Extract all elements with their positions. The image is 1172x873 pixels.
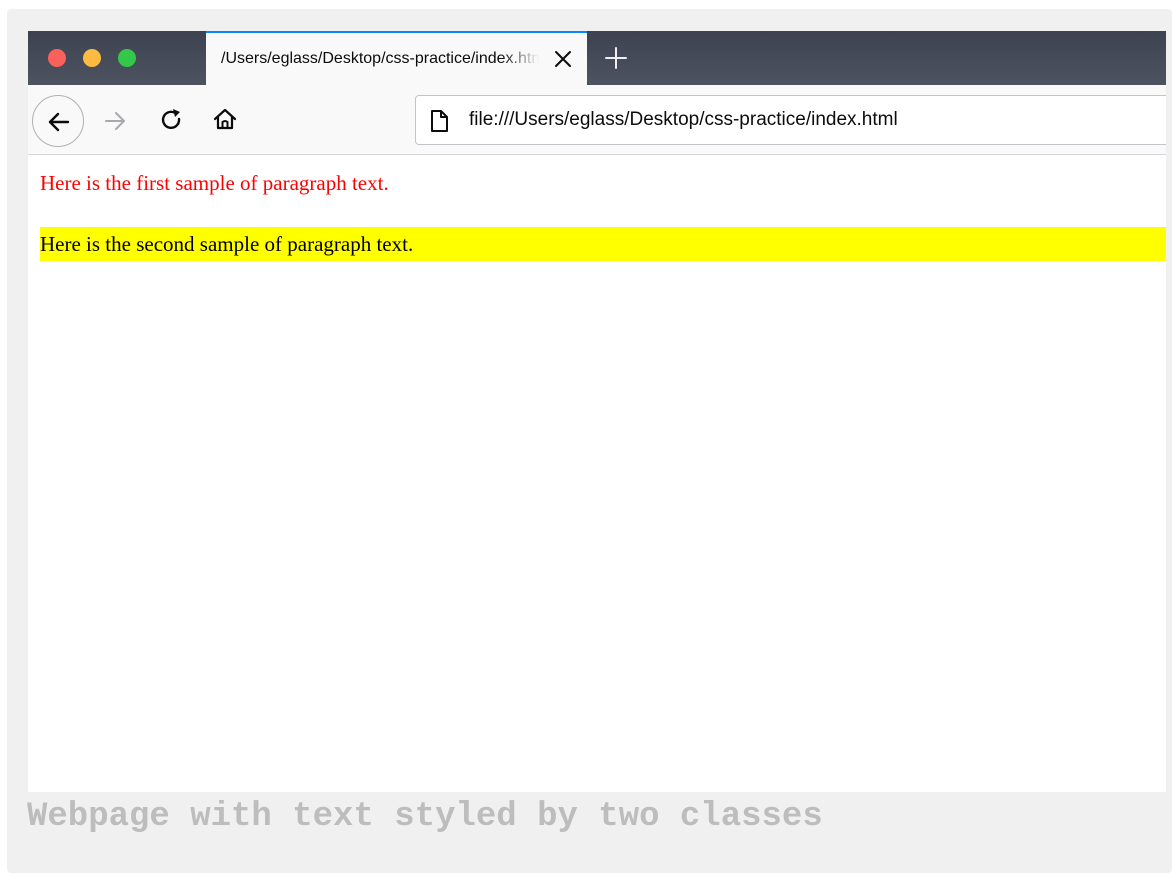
tab-bar: /Users/eglass/Desktop/css-practice/index… bbox=[28, 31, 1166, 85]
paragraph-first: Here is the first sample of paragraph te… bbox=[40, 171, 389, 195]
figure-caption: Webpage with text styled by two classes bbox=[27, 798, 823, 836]
reload-icon[interactable] bbox=[159, 107, 185, 138]
tab-active[interactable]: /Users/eglass/Desktop/css-practice/index… bbox=[206, 31, 587, 85]
zoom-window-icon[interactable] bbox=[118, 49, 136, 67]
url-text[interactable]: file:///Users/eglass/Desktop/css-practic… bbox=[469, 109, 898, 131]
address-bar[interactable]: file:///Users/eglass/Desktop/css-practic… bbox=[415, 95, 1166, 145]
page-icon bbox=[428, 109, 450, 138]
browser-window: /Users/eglass/Desktop/css-practice/index… bbox=[28, 31, 1166, 792]
plus-icon[interactable] bbox=[603, 45, 629, 71]
home-icon[interactable] bbox=[212, 106, 238, 137]
navigation-toolbar: file:///Users/eglass/Desktop/css-practic… bbox=[28, 85, 1166, 155]
back-arrow-icon bbox=[48, 112, 70, 132]
minimize-window-icon[interactable] bbox=[83, 49, 101, 67]
close-window-icon[interactable] bbox=[48, 49, 66, 67]
paragraph-second: Here is the second sample of paragraph t… bbox=[40, 227, 1166, 261]
back-button[interactable] bbox=[32, 95, 84, 147]
tab-title: /Users/eglass/Desktop/css-practice/index… bbox=[221, 50, 539, 67]
forward-arrow-icon[interactable] bbox=[102, 108, 128, 139]
page-content: Here is the first sample of paragraph te… bbox=[28, 156, 1166, 792]
close-icon[interactable] bbox=[551, 47, 575, 71]
